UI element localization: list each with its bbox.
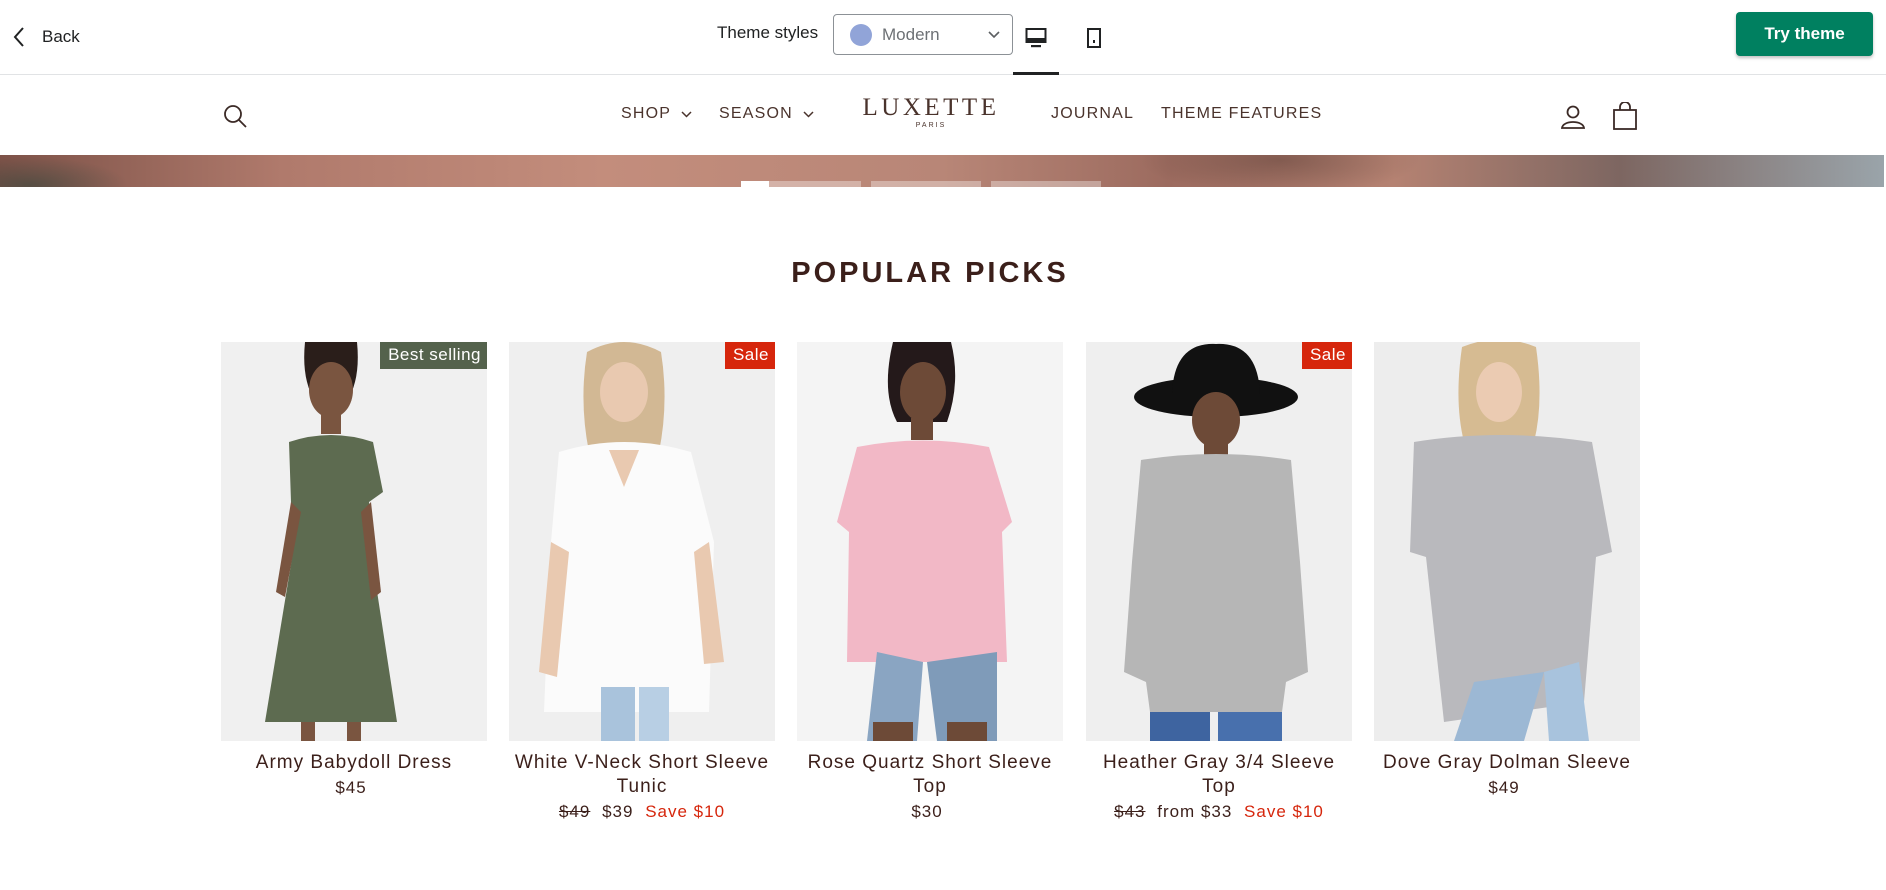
slide-dot-2[interactable]	[871, 181, 981, 187]
product-card[interactable]: Rose Quartz Short Sleeve Top $30	[797, 342, 1063, 823]
theme-selected-value: Modern	[882, 24, 940, 44]
product-title[interactable]: Dove Gray Dolman Sleeve	[1374, 751, 1640, 775]
product-title[interactable]: Army Babydoll Dress	[221, 751, 487, 775]
store-logo[interactable]: LUXETTE PARIS	[862, 94, 1000, 130]
desktop-icon	[1025, 28, 1047, 48]
nav-shop-label: SHOP	[621, 105, 672, 122]
chevron-down-icon	[803, 110, 814, 118]
product-price: $43 from $33 Save $10	[1086, 801, 1352, 823]
product-image[interactable]	[797, 342, 1063, 741]
savings-label: Save $10	[645, 802, 726, 821]
product-photo	[509, 342, 775, 741]
slide-dot-1[interactable]	[741, 181, 861, 187]
preview-toolbar: Back Theme styles Modern Try theme	[0, 0, 1886, 75]
product-photo	[1374, 342, 1640, 741]
product-image[interactable]	[1374, 342, 1640, 741]
desktop-view-button[interactable]	[1013, 20, 1059, 75]
store-header: SHOP SEASON LUXETTE PARIS JOURNAL THEME …	[0, 75, 1886, 155]
savings-label: Save $10	[1244, 802, 1324, 821]
product-photo	[1086, 342, 1352, 741]
theme-styles-label: Theme styles	[717, 23, 819, 42]
chevron-left-icon	[13, 27, 24, 47]
mobile-icon	[1087, 28, 1101, 48]
product-price: $49 $39 Save $10	[509, 801, 775, 823]
nav-season[interactable]: SEASON	[719, 105, 814, 123]
best-selling-badge: Best selling	[380, 342, 487, 369]
product-card[interactable]: Dove Gray Dolman Sleeve $49	[1374, 342, 1640, 799]
sale-badge: Sale	[1301, 342, 1352, 369]
back-button[interactable]: Back	[12, 22, 80, 52]
back-label: Back	[42, 27, 80, 46]
chevron-down-icon	[681, 110, 692, 118]
product-price: $49	[1374, 777, 1640, 799]
logo-subtitle: PARIS	[915, 122, 947, 129]
theme-style-select[interactable]: Modern	[833, 14, 1013, 55]
product-price: $30	[797, 801, 1063, 823]
current-price: $39	[602, 802, 634, 821]
product-photo	[797, 342, 1063, 741]
search-icon[interactable]	[222, 103, 248, 129]
product-image[interactable]: Sale	[509, 342, 775, 741]
current-price: $49	[1488, 778, 1520, 797]
shopping-bag-icon[interactable]	[1612, 102, 1638, 130]
product-title[interactable]: White V-Neck Short Sleeve Tunic	[509, 751, 775, 799]
account-icon[interactable]	[1560, 104, 1586, 130]
section-title: POPULAR PICKS	[791, 257, 1069, 289]
slide-dot-3[interactable]	[991, 181, 1101, 187]
mobile-view-button[interactable]	[1071, 20, 1117, 56]
compare-at-price: $49	[558, 802, 591, 821]
current-price: $45	[335, 778, 367, 797]
product-photo	[221, 342, 487, 741]
logo-wordmark: LUXETTE	[862, 94, 1000, 121]
product-image[interactable]: Best selling	[221, 342, 487, 741]
hero-slideshow	[0, 155, 1884, 187]
slideshow-pagination	[741, 181, 1101, 187]
product-card[interactable]: Sale Heather Gray 3/4 Sleeve Top $43 fro…	[1086, 342, 1352, 823]
chevron-down-icon	[988, 30, 1000, 38]
nav-season-label: SEASON	[719, 105, 793, 122]
compare-at-price: $43	[1114, 802, 1146, 821]
product-title[interactable]: Rose Quartz Short Sleeve Top	[797, 751, 1063, 799]
current-price: from $33	[1157, 802, 1233, 821]
nav-journal[interactable]: JOURNAL	[1051, 105, 1134, 123]
nav-shop[interactable]: SHOP	[621, 105, 692, 123]
product-card[interactable]: Best selling Army Babydoll Dress $45	[221, 342, 487, 799]
product-title[interactable]: Heather Gray 3/4 Sleeve Top	[1086, 751, 1352, 799]
product-price: $45	[221, 777, 487, 799]
current-price: $30	[911, 802, 943, 821]
nav-theme-features[interactable]: THEME FEATURES	[1161, 105, 1322, 123]
try-theme-button[interactable]: Try theme	[1736, 12, 1873, 56]
product-card[interactable]: Sale White V-Neck Short Sleeve Tunic $49…	[509, 342, 775, 823]
theme-swatch	[850, 23, 872, 46]
sale-badge: Sale	[724, 342, 775, 369]
product-image[interactable]: Sale	[1086, 342, 1352, 741]
